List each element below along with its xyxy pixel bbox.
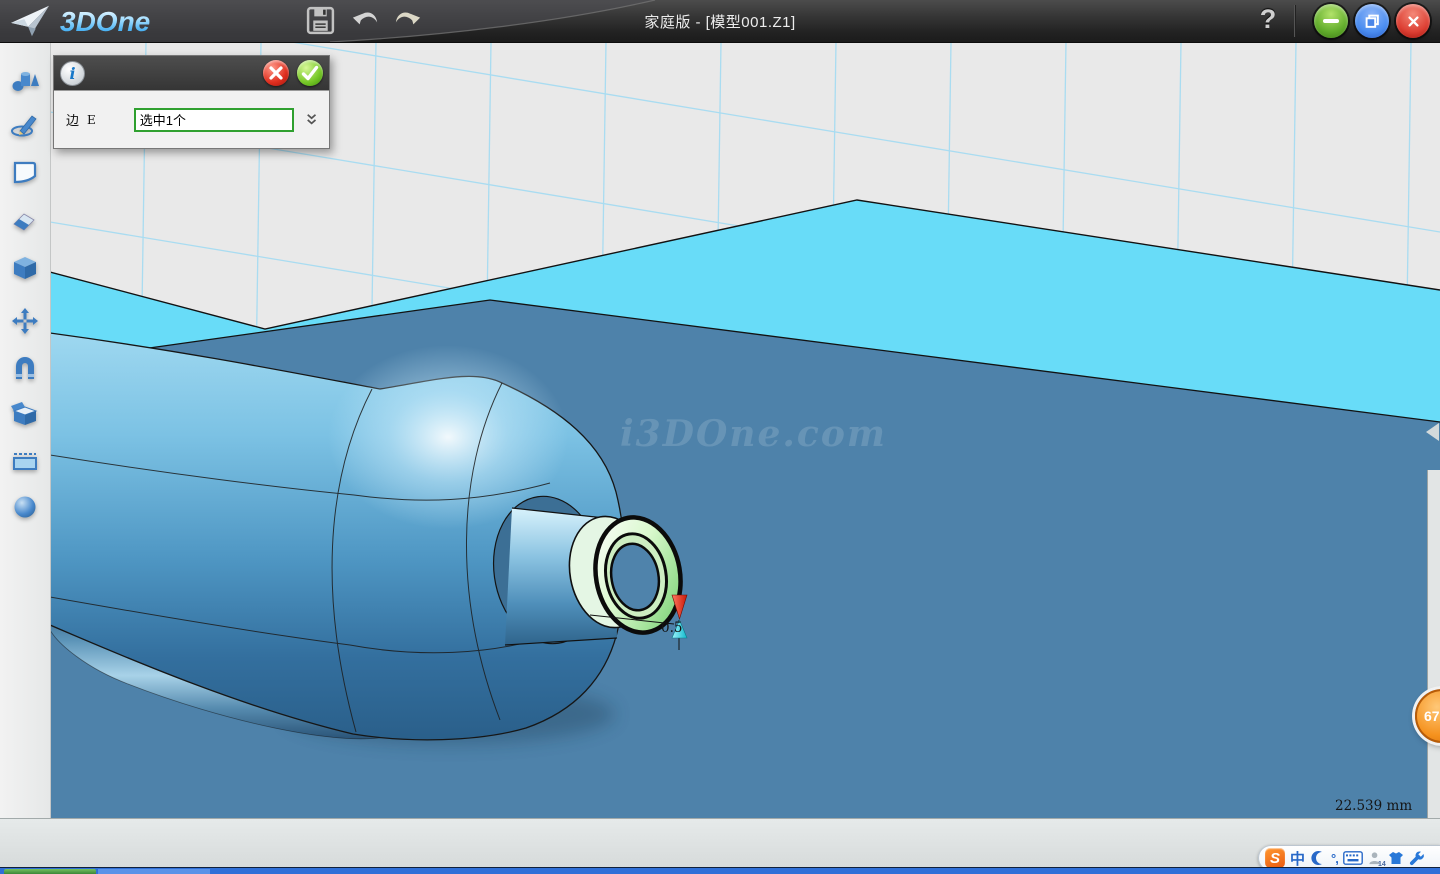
viewport-scene: i3DOne.com <box>50 42 1440 818</box>
dialog-buttons <box>263 60 323 86</box>
sogou-logo-letter: S <box>1270 850 1280 867</box>
primitive-shapes-icon[interactable] <box>10 65 40 95</box>
app-name-wordmark: 3DOne <box>60 3 180 39</box>
cancel-button[interactable] <box>263 60 289 86</box>
3done-window: 3DOne 家庭版 - [模型001.Z1] ? <box>0 0 1440 874</box>
offset-value[interactable]: 0.5 <box>661 620 682 636</box>
restore-icon <box>1365 14 1380 29</box>
open-box-icon[interactable] <box>10 399 40 429</box>
solid-cube-icon[interactable] <box>10 253 40 283</box>
dialog-body: 边 E <box>54 90 329 148</box>
move-arrows-icon[interactable] <box>10 306 40 336</box>
punctuation-toggle[interactable]: °, <box>1331 851 1338 866</box>
minimize-icon <box>1323 19 1339 23</box>
fullwidth-moon-icon[interactable] <box>1310 850 1326 866</box>
notification-count: 67 <box>1424 708 1440 724</box>
watermark: i3DOne.com <box>620 413 887 455</box>
cancel-x-icon <box>263 60 289 86</box>
viewport-3d[interactable]: i3DOne.com <box>50 42 1440 818</box>
chinese-mode-label: 中 <box>1290 848 1305 869</box>
close-button[interactable] <box>1396 4 1430 38</box>
expand-chevrons-icon[interactable] <box>306 112 317 127</box>
user-lexicon-icon[interactable]: 14 <box>1368 851 1383 866</box>
redo-button[interactable] <box>393 5 424 36</box>
app-name: 3DOne <box>60 6 150 37</box>
toolbox-wrench-icon[interactable] <box>1409 850 1425 866</box>
sketch-plane-icon[interactable] <box>10 157 40 187</box>
magnet-constraint-icon[interactable] <box>10 353 40 383</box>
titlebar-tools <box>305 5 424 36</box>
panel-expand-arrow-icon[interactable] <box>1426 423 1439 441</box>
soft-keyboard-icon[interactable] <box>1343 851 1363 865</box>
restore-button[interactable] <box>1355 4 1389 38</box>
undo-button[interactable] <box>349 5 380 36</box>
material-sphere-icon[interactable] <box>10 492 40 522</box>
help-icon[interactable]: ? <box>1254 4 1282 38</box>
os-taskbar-sliver <box>0 867 1440 874</box>
chinese-mode-toggle[interactable]: 中 <box>1290 848 1305 869</box>
skin-tshirt-icon[interactable] <box>1388 850 1404 866</box>
edge-selection-dialog: i 边 E <box>53 55 330 149</box>
edge-selection-input[interactable] <box>134 108 294 132</box>
info-icon: i <box>60 61 85 86</box>
taskbar-app-sliver[interactable] <box>98 869 210 874</box>
titlebar-separator <box>1294 5 1295 37</box>
collapsed-panel-strip[interactable] <box>1427 470 1440 818</box>
dialog-header[interactable]: i <box>54 56 329 90</box>
tool-sidebar <box>0 42 51 818</box>
minimize-button[interactable] <box>1314 4 1348 38</box>
confirm-check-icon <box>297 60 323 86</box>
field-tag: E <box>87 113 96 127</box>
save-button[interactable] <box>305 5 336 36</box>
titlebar: 3DOne 家庭版 - [模型001.Z1] ? <box>0 0 1440 43</box>
app-logo: 3DOne <box>8 2 180 40</box>
trough-icon[interactable] <box>10 445 40 475</box>
eraser-icon[interactable] <box>10 205 40 235</box>
field-label: 边 <box>66 110 79 129</box>
distance-readout: 22.539 mm <box>1335 798 1412 814</box>
confirm-button[interactable] <box>297 60 323 86</box>
sketch-pencil-icon[interactable] <box>10 109 40 139</box>
close-icon <box>1405 13 1422 30</box>
sogou-logo-icon[interactable]: S <box>1265 848 1285 868</box>
paper-plane-icon <box>8 2 54 40</box>
statusbar: 边 P M <box>0 818 1440 869</box>
start-button-sliver[interactable] <box>4 869 96 874</box>
